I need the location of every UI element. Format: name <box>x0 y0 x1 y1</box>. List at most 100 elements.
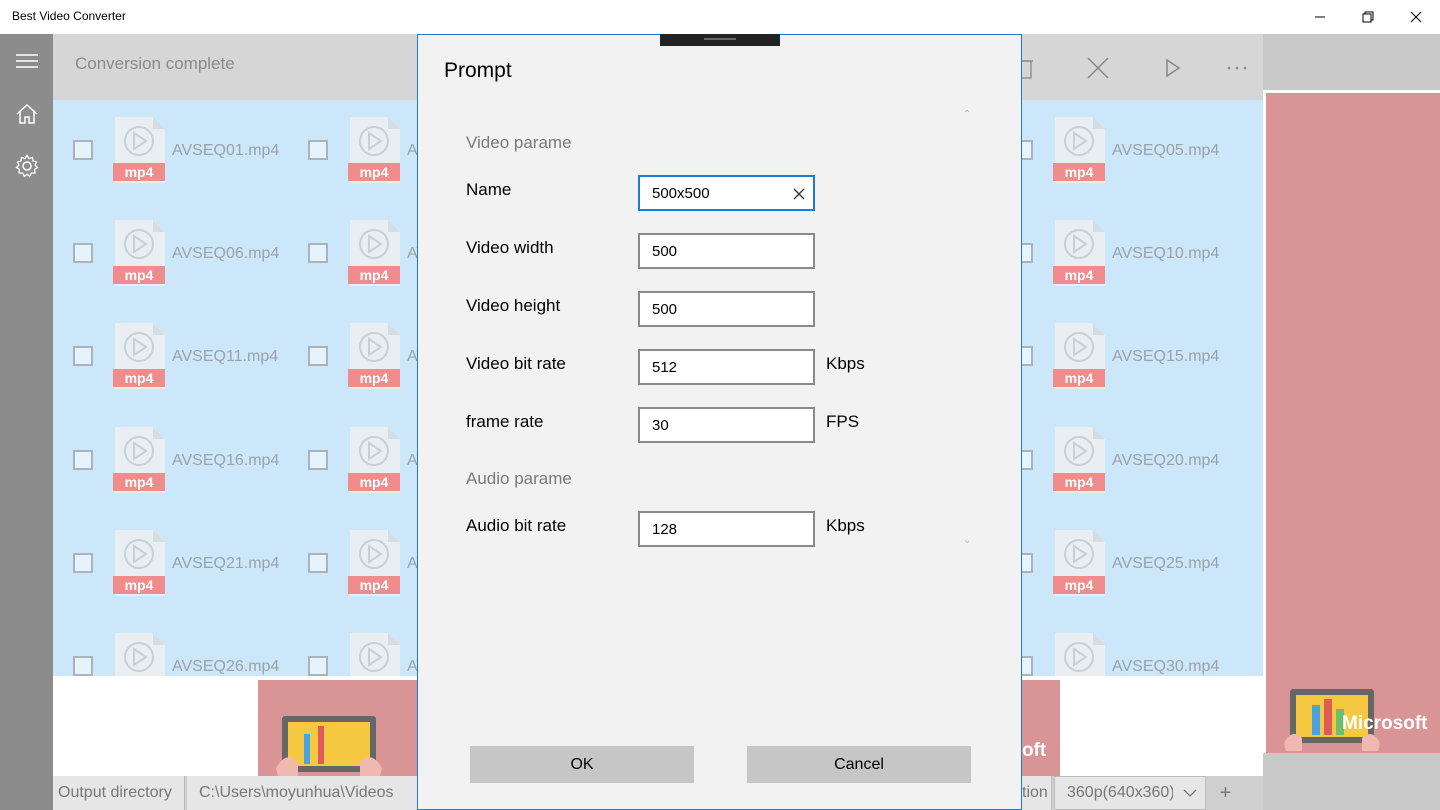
name-label: Name <box>466 180 512 199</box>
window-title: Best Video Converter <box>12 9 126 23</box>
microsoft-ad-text: Microsoft <box>1342 713 1428 734</box>
video-width-field[interactable] <box>638 233 815 269</box>
file-checkbox[interactable] <box>308 346 328 366</box>
hamburger-button[interactable] <box>0 36 53 86</box>
cancel-button[interactable]: Cancel <box>747 746 971 783</box>
file-checkbox[interactable] <box>308 553 328 573</box>
ad-footer <box>1263 753 1440 810</box>
file-checkbox[interactable] <box>308 140 328 160</box>
gear-icon <box>14 154 39 178</box>
svg-text:mp4: mp4 <box>360 577 389 593</box>
file-item[interactable]: mp4 AVSEQ06.mp4 <box>53 203 283 286</box>
file-name: AVSEQ10.mp4 <box>1112 245 1220 262</box>
resolution-value: 360p(640x360) <box>1067 784 1173 801</box>
scroll-down-icon[interactable]: ⌄ <box>963 535 971 546</box>
play-button[interactable] <box>1153 48 1193 88</box>
file-checkbox[interactable] <box>308 450 328 470</box>
video-bitrate-field[interactable] <box>638 349 815 385</box>
file-checkbox[interactable] <box>308 243 328 263</box>
prompt-dialog: Prompt ⌃ Video parame Name Video width V… <box>417 34 1022 810</box>
video-height-field[interactable] <box>638 291 815 327</box>
mp4-file-icon: mp4 <box>1053 530 1105 596</box>
svg-text:mp4: mp4 <box>1065 370 1094 386</box>
microsoft-ad-text-partial: oft <box>1022 740 1047 761</box>
ad-header <box>1263 34 1440 90</box>
advertisement-panel[interactable]: Microsoft <box>1266 93 1440 753</box>
output-directory-label: Output directory <box>53 776 185 810</box>
minimize-icon <box>1315 16 1325 18</box>
file-item[interactable]: mp4 AVSEQ11.mp4 <box>53 306 283 389</box>
home-button[interactable] <box>0 89 53 139</box>
svg-text:mp4: mp4 <box>125 474 154 490</box>
minimize-button[interactable] <box>1296 0 1344 34</box>
frame-rate-unit: FPS <box>826 412 860 431</box>
mp4-file-icon: mp4 <box>113 117 165 183</box>
mp4-file-icon: mp4 <box>1053 117 1105 183</box>
file-checkbox[interactable] <box>73 346 93 366</box>
file-item[interactable]: mp4 AVSEQ15.mp4 <box>993 306 1223 389</box>
clear-icon[interactable] <box>792 187 806 201</box>
mp4-file-icon: mp4 <box>1053 323 1105 389</box>
left-nav <box>0 34 53 810</box>
file-item[interactable]: mp4 AVSEQ21.mp4 <box>53 513 283 596</box>
more-button[interactable] <box>1217 48 1257 88</box>
audio-section-heading: Audio parame <box>466 469 572 488</box>
video-bitrate-label: Video bit rate <box>466 354 566 373</box>
svg-text:mp4: mp4 <box>125 164 154 180</box>
restore-button[interactable] <box>1344 0 1392 34</box>
add-resolution-button[interactable]: + <box>1208 776 1243 810</box>
settings-button[interactable] <box>0 141 53 191</box>
file-checkbox[interactable] <box>73 656 93 676</box>
bottom-ad-right[interactable]: oft <box>1022 680 1060 776</box>
resolution-select[interactable]: 360p(640x360) <box>1054 776 1206 810</box>
mp4-file-icon: mp4 <box>1053 427 1105 493</box>
file-item[interactable]: mp4 AVSEQ05.mp4 <box>993 100 1223 183</box>
file-item[interactable]: mp4 AVSEQ26.mp4 <box>53 616 283 676</box>
mp4-file-icon: mp4 <box>348 117 400 183</box>
bottom-ad-left[interactable] <box>258 680 418 776</box>
file-name: AVSEQ25.mp4 <box>1112 555 1220 572</box>
ok-button[interactable]: OK <box>470 746 694 783</box>
mp4-file-icon: mp4 <box>113 427 165 493</box>
svg-text:mp4: mp4 <box>1065 474 1094 490</box>
file-item[interactable]: mp4 AVSEQ30.mp4 <box>993 616 1223 676</box>
close-icon <box>1087 57 1109 79</box>
remove-button[interactable] <box>1078 48 1118 88</box>
file-name: AVSEQ01.mp4 <box>172 142 280 159</box>
drag-handle[interactable] <box>660 34 780 46</box>
mp4-file-icon: mp4 <box>113 530 165 596</box>
file-item[interactable]: mp4 AVSEQ20.mp4 <box>993 410 1223 493</box>
file-checkbox[interactable] <box>73 140 93 160</box>
svg-text:mp4: mp4 <box>125 577 154 593</box>
file-checkbox[interactable] <box>73 243 93 263</box>
frame-rate-field[interactable] <box>638 407 815 443</box>
video-section-heading: Video parame <box>466 133 572 152</box>
audio-bitrate-unit: Kbps <box>826 516 865 535</box>
svg-text:mp4: mp4 <box>125 267 154 283</box>
restore-icon <box>1362 11 1374 23</box>
video-width-label: Video width <box>466 238 554 257</box>
hamburger-icon <box>15 54 38 68</box>
name-field[interactable] <box>638 175 815 211</box>
tablet-illustration-icon <box>276 716 382 776</box>
audio-bitrate-field[interactable] <box>638 511 815 547</box>
file-item[interactable]: mp4 AVSEQ01.mp4 <box>53 100 283 183</box>
file-checkbox[interactable] <box>308 656 328 676</box>
mp4-file-icon: mp4 <box>348 220 400 286</box>
file-item[interactable]: mp4 AVSEQ25.mp4 <box>993 513 1223 596</box>
close-button[interactable] <box>1392 0 1440 34</box>
close-icon <box>1410 11 1422 23</box>
output-path-field[interactable]: C:\Users\moyunhua\Videos <box>187 776 417 810</box>
file-checkbox[interactable] <box>73 450 93 470</box>
scroll-up-icon[interactable]: ⌃ <box>963 109 971 120</box>
file-name: AVSEQ05.mp4 <box>1112 142 1220 159</box>
file-checkbox[interactable] <box>73 553 93 573</box>
file-name: AVSEQ26.mp4 <box>172 658 280 675</box>
file-name: AVSEQ16.mp4 <box>172 452 280 469</box>
file-item[interactable]: mp4 AVSEQ16.mp4 <box>53 410 283 493</box>
mp4-file-icon: mp4 <box>1053 220 1105 286</box>
title-bar: Best Video Converter <box>0 0 1440 34</box>
mp4-file-icon: mp4 <box>1055 633 1105 676</box>
mp4-file-icon: mp4 <box>115 633 165 676</box>
file-item[interactable]: mp4 AVSEQ10.mp4 <box>993 203 1223 286</box>
